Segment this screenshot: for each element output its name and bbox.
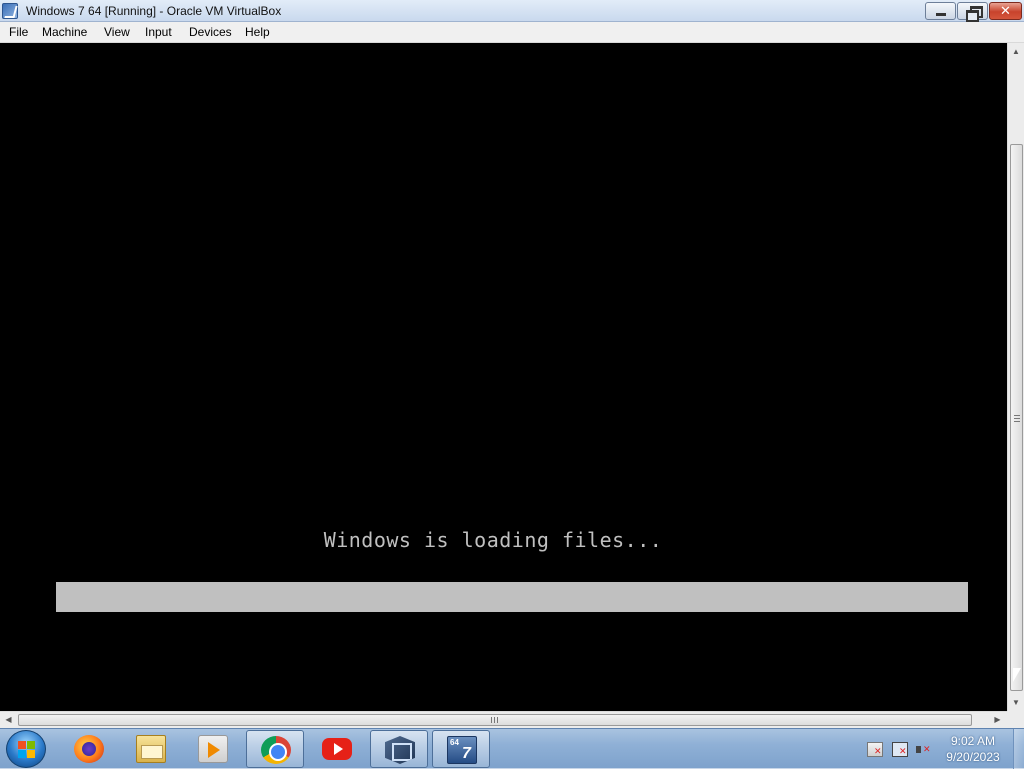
horizontal-scroll-thumb[interactable]: [18, 714, 972, 726]
scroll-down-arrow-icon[interactable]: ▼: [1008, 694, 1024, 711]
virtualbox-icon: [385, 736, 415, 764]
vm-display[interactable]: Windows is loading files...: [0, 43, 1007, 711]
taskbar: 64 7 9:02 AM 9/20/2023: [0, 728, 1024, 769]
scroll-grip-icon: [491, 717, 498, 723]
taskbar-chrome[interactable]: [246, 730, 304, 768]
loading-status-text: Windows is loading files...: [323, 528, 663, 552]
scroll-left-arrow-icon[interactable]: ◀: [0, 712, 17, 728]
menu-bar: File Machine View Input Devices Help: [0, 22, 1024, 43]
restore-button[interactable]: [957, 2, 988, 22]
mouse-cursor-icon: [1012, 667, 1022, 684]
youtube-icon: [322, 738, 352, 760]
menu-view[interactable]: View: [104, 25, 130, 39]
menu-input[interactable]: Input: [145, 25, 172, 39]
clock-time[interactable]: 9:02 AM: [940, 734, 1006, 748]
scroll-corner: [1007, 711, 1024, 728]
volume-muted-icon[interactable]: [915, 742, 931, 757]
clock-date[interactable]: 9/20/2023: [940, 750, 1006, 764]
close-button[interactable]: [989, 2, 1022, 20]
taskbar-windows7-vm[interactable]: 64 7: [432, 730, 490, 768]
loading-progress-bar: [56, 582, 968, 612]
vertical-scrollbar[interactable]: ▲ ▼: [1007, 43, 1024, 711]
taskbar-firefox[interactable]: [60, 730, 118, 768]
menu-help[interactable]: Help: [245, 25, 270, 39]
window-title: Windows 7 64 [Running] - Oracle VM Virtu…: [26, 4, 282, 18]
title-bar[interactable]: Windows 7 64 [Running] - Oracle VM Virtu…: [0, 0, 1024, 22]
menu-devices[interactable]: Devices: [189, 25, 232, 39]
taskbar-media-player[interactable]: [184, 730, 242, 768]
virtualbox-app-icon[interactable]: [2, 3, 18, 19]
vertical-scroll-thumb[interactable]: [1010, 144, 1023, 691]
network-disconnected-icon[interactable]: [892, 742, 908, 757]
taskbar-virtualbox[interactable]: [370, 730, 428, 768]
windows7-vm-icon: 64 7: [447, 736, 477, 764]
start-button[interactable]: [6, 730, 46, 768]
taskbar-explorer[interactable]: [122, 730, 180, 768]
file-explorer-icon: [136, 735, 166, 763]
chrome-icon: [261, 736, 291, 764]
horizontal-scrollbar[interactable]: ◀ ▶: [0, 711, 1007, 728]
media-player-icon: [198, 735, 228, 763]
taskbar-youtube[interactable]: [308, 730, 366, 768]
minimize-button[interactable]: [925, 2, 956, 20]
windows-logo-icon: [18, 741, 36, 759]
vm-icon-label-7: 7: [462, 745, 471, 762]
loading-progress-fill: [56, 582, 968, 612]
scroll-up-arrow-icon[interactable]: ▲: [1008, 43, 1024, 60]
menu-file[interactable]: File: [9, 25, 28, 39]
scroll-right-arrow-icon[interactable]: ▶: [989, 712, 1006, 728]
menu-machine[interactable]: Machine: [42, 25, 87, 39]
scroll-grip-icon: [1014, 415, 1020, 422]
show-desktop-button[interactable]: [1013, 729, 1024, 769]
action-center-flag-icon[interactable]: [867, 742, 883, 757]
firefox-icon: [74, 735, 104, 763]
vm-icon-label-64: 64: [450, 738, 459, 747]
